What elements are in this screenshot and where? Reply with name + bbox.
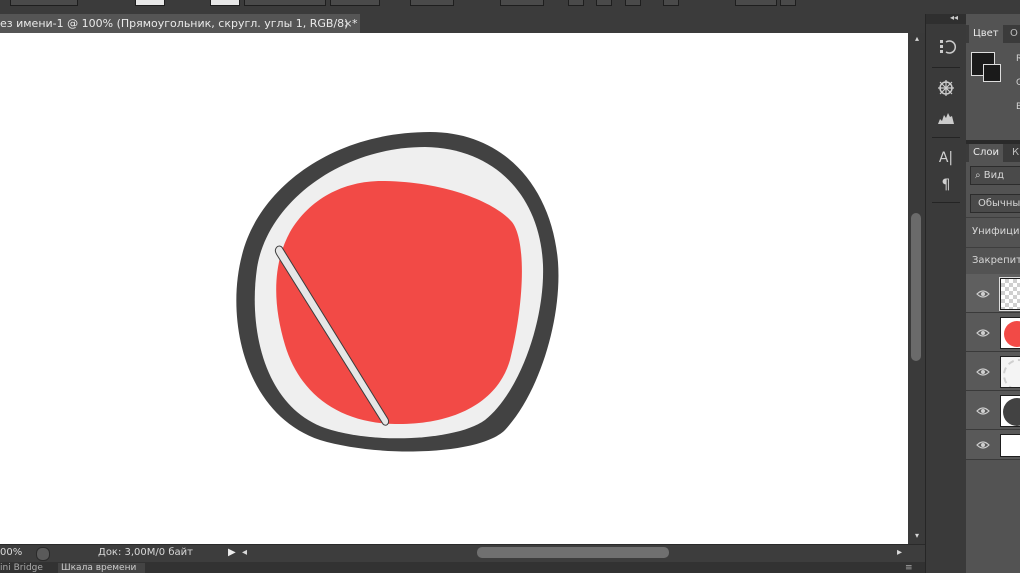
layer-thumbnail[interactable] — [1000, 395, 1020, 427]
separator — [932, 137, 960, 138]
paragraph-icon[interactable]: ¶ — [935, 174, 957, 196]
tab-layers[interactable]: Слои — [969, 144, 1003, 162]
document-tab-title: ез имени-1 @ 100% (Прямоугольник, скругл… — [0, 17, 358, 30]
separator — [966, 217, 1020, 218]
tab-color[interactable]: Цвет — [969, 25, 1003, 43]
layer-filter[interactable]: ⌕ Вид — [970, 166, 1020, 185]
options-dropdown-1[interactable] — [10, 0, 78, 6]
eye-icon[interactable] — [976, 367, 990, 377]
scroll-left-icon[interactable]: ◂ — [242, 546, 247, 560]
document-info: Док: 3,00M/0 байт — [98, 547, 193, 558]
blend-mode-select[interactable]: Обычные — [970, 194, 1020, 213]
layer-row-background[interactable] — [966, 430, 1020, 460]
stroke-width-field[interactable] — [244, 0, 326, 6]
layer-thumbnail[interactable] — [1000, 356, 1020, 388]
fill-swatch[interactable] — [135, 0, 165, 6]
settings-gear-button[interactable] — [663, 0, 679, 6]
color-panel-tabs: Цвет О — [966, 25, 1020, 43]
stroke-style-dropdown[interactable] — [330, 0, 380, 6]
lock-label: Закрепить — [972, 255, 1020, 266]
channel-r-label: R — [1016, 54, 1020, 64]
scroll-down-icon[interactable]: ▾ — [912, 530, 922, 542]
vertical-scrollbar[interactable]: ▴ ▾ — [908, 33, 925, 544]
separator — [932, 67, 960, 68]
status-bar: 00% Док: 3,00M/0 байт ▶ ◂ ▸ — [0, 544, 925, 562]
document-tab[interactable]: ез имени-1 @ 100% (Прямоугольник, скругл… — [0, 14, 360, 33]
width-field[interactable] — [410, 0, 454, 6]
layer-row-light-ring[interactable] — [966, 352, 1020, 391]
layer-filter-label: Вид — [983, 170, 1005, 181]
tab-channels[interactable]: К — [1008, 144, 1020, 162]
eye-icon[interactable] — [976, 406, 990, 416]
layer-row-red-shape[interactable] — [966, 313, 1020, 352]
close-icon[interactable]: × — [342, 14, 354, 33]
height-field[interactable] — [500, 0, 544, 6]
eye-icon[interactable] — [976, 289, 990, 299]
unify-label: Унифици — [972, 226, 1020, 237]
separator — [966, 247, 1020, 248]
tab-swatches[interactable]: О — [1006, 25, 1020, 43]
path-align-button[interactable] — [596, 0, 612, 6]
layer-list — [966, 274, 1020, 460]
horizontal-scroll-thumb[interactable] — [477, 547, 669, 558]
search-icon: ⌕ — [975, 170, 981, 181]
layer-row-rounded-rect-line[interactable] — [966, 274, 1020, 313]
vertical-scroll-thumb[interactable] — [911, 213, 921, 361]
path-arrange-button[interactable] — [625, 0, 641, 6]
history-icon[interactable] — [935, 36, 957, 58]
color-wheel-icon[interactable] — [935, 77, 957, 99]
dock-header: ◂◂ — [926, 13, 966, 24]
histogram-icon[interactable] — [935, 107, 957, 129]
eye-icon[interactable] — [976, 440, 990, 450]
background-color-swatch[interactable] — [983, 64, 1001, 82]
stroke-swatch[interactable] — [210, 0, 240, 6]
collapse-icon[interactable]: ◂◂ — [950, 13, 958, 22]
status-info-icon[interactable] — [36, 547, 50, 561]
bottom-panel-tabs: ini Bridge Шкала времени ≡ — [0, 562, 925, 573]
right-panels: Цвет О R G B Слои К ⌕ Вид Обычные Унифиц… — [966, 14, 1020, 573]
status-menu-icon[interactable]: ▶ — [228, 546, 236, 560]
path-ops-button[interactable] — [568, 0, 584, 6]
tab-mini-bridge[interactable]: ini Bridge — [0, 563, 52, 573]
options-bar — [0, 0, 1020, 15]
channel-g-label: G — [1016, 78, 1020, 88]
channel-b-label: B — [1016, 102, 1020, 112]
align-edges-checkbox[interactable] — [780, 0, 796, 6]
scroll-right-icon[interactable]: ▸ — [897, 546, 902, 560]
artwork — [236, 132, 559, 452]
panel-icon-column: ◂◂ A| ¶ — [925, 13, 967, 573]
layer-thumbnail[interactable] — [1000, 434, 1020, 457]
tab-timeline[interactable]: Шкала времени — [58, 563, 145, 573]
panel-menu-icon[interactable]: ≡ — [905, 563, 919, 573]
eye-icon[interactable] — [976, 328, 990, 338]
layers-panel-tabs: Слои К — [966, 144, 1020, 162]
separator — [932, 202, 960, 203]
layer-thumbnail[interactable] — [1000, 317, 1020, 349]
canvas-area[interactable] — [0, 33, 908, 544]
zoom-level[interactable]: 00% — [0, 546, 22, 560]
layer-thumbnail[interactable] — [999, 277, 1020, 311]
document-tab-bar: ез имени-1 @ 100% (Прямоугольник, скругл… — [0, 14, 925, 34]
radius-field[interactable] — [735, 0, 777, 6]
layer-row-dark-ring[interactable] — [966, 391, 1020, 430]
character-icon[interactable]: A| — [935, 147, 957, 169]
scroll-up-icon[interactable]: ▴ — [912, 33, 922, 45]
